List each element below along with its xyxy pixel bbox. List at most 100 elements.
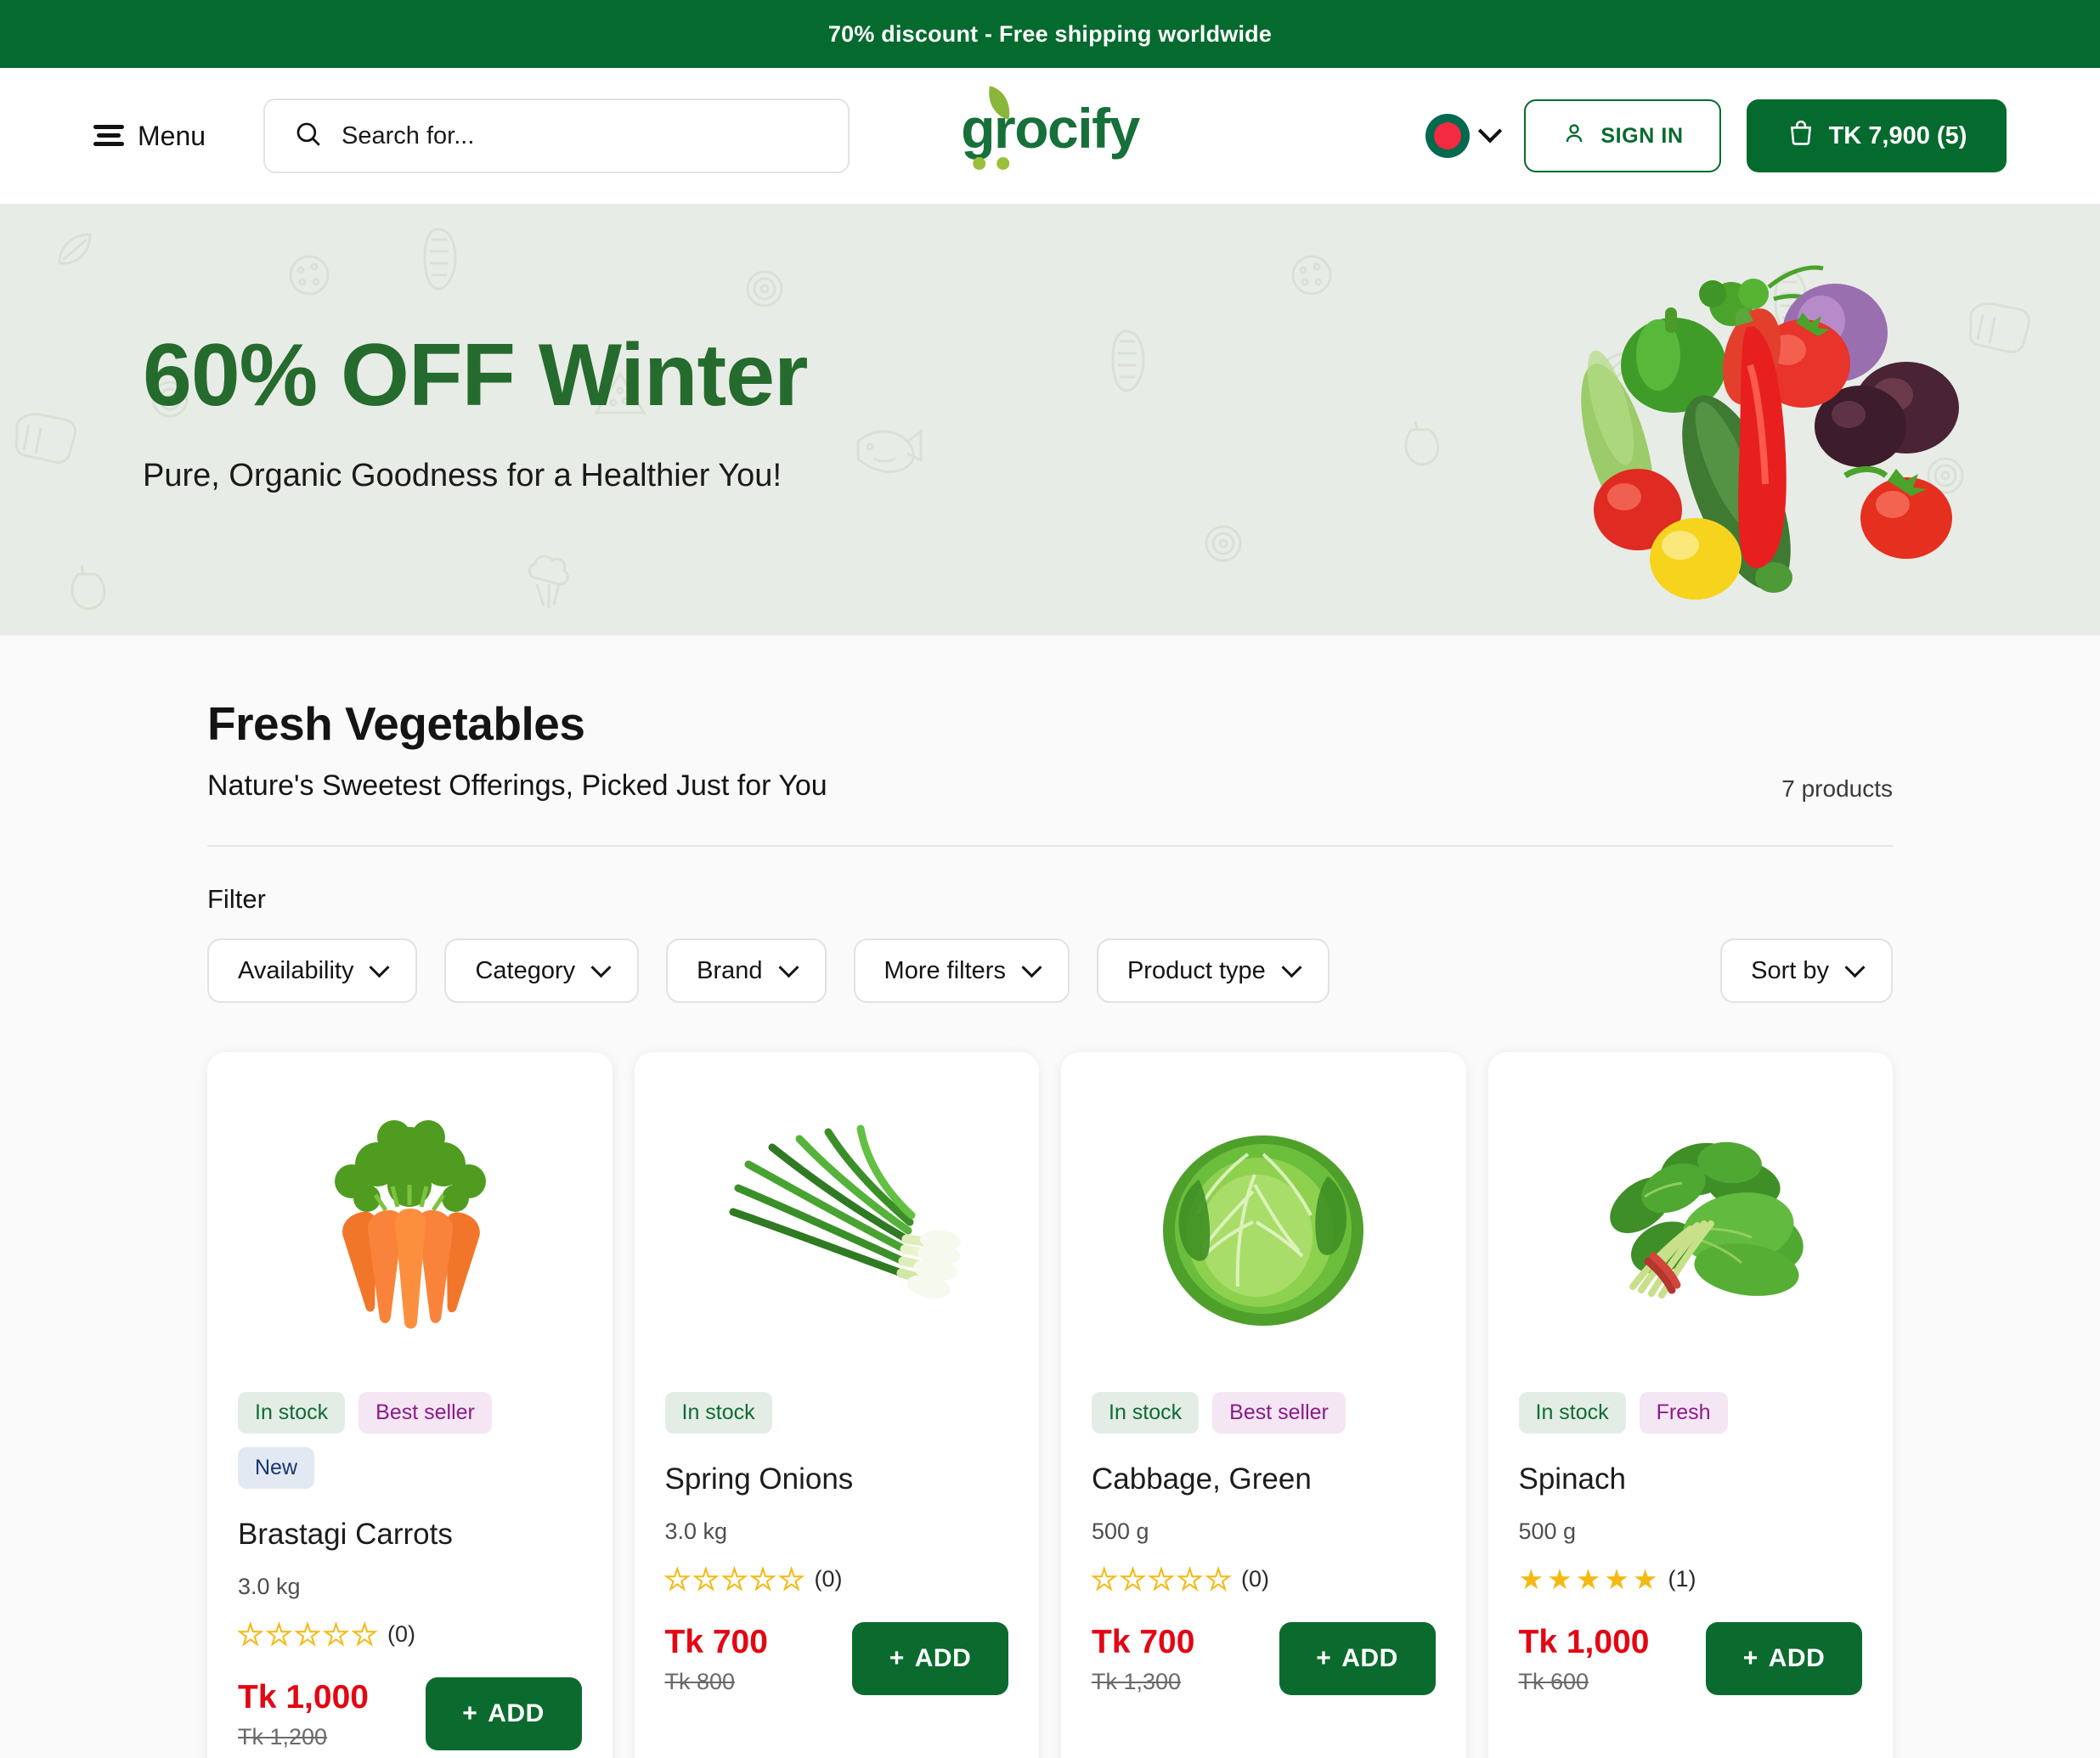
add-label: ADD: [1768, 1644, 1826, 1672]
add-to-cart-button[interactable]: + ADD: [1279, 1622, 1436, 1695]
badge-list: In stock Fresh: [1518, 1392, 1863, 1434]
add-to-cart-button[interactable]: + ADD: [852, 1622, 1008, 1695]
product-grid: In stock Best seller New Brastagi Carrot…: [207, 1052, 1893, 1758]
star-icon: ★: [1632, 1564, 1658, 1595]
status-badge: In stock: [664, 1392, 772, 1434]
chevron-down-icon: [1021, 956, 1042, 978]
plus-icon: +: [1742, 1644, 1758, 1672]
star-icon: ★: [1091, 1564, 1118, 1595]
price-row: Tk 700 Tk 1,300 + ADD: [1092, 1622, 1436, 1695]
add-to-cart-button[interactable]: + ADD: [425, 1677, 582, 1750]
product-card[interactable]: In stock Best seller Cabbage, Green 500 …: [1061, 1052, 1466, 1758]
product-weight: 3.0 kg: [664, 1519, 728, 1544]
review-count: (0): [387, 1621, 415, 1647]
chevron-down-icon: [1844, 956, 1866, 978]
sign-in-button[interactable]: SIGN IN: [1524, 99, 1721, 172]
menu-label: Menu: [138, 120, 206, 151]
star-icon: ★: [1148, 1564, 1175, 1595]
star-icon: ★: [664, 1564, 692, 1595]
star-icon: ★: [323, 1619, 350, 1650]
product-card[interactable]: In stock Fresh Spinach 500 g ★ ★ ★ ★ ★ (…: [1488, 1052, 1893, 1758]
assorted-vegetables-image: [1581, 265, 1959, 600]
product-compare-price: Tk 1,300: [1092, 1669, 1182, 1694]
product-card[interactable]: In stock Spring Onions 3.0 kg ★ ★ ★ ★ ★ …: [634, 1052, 1040, 1758]
add-to-cart-button[interactable]: + ADD: [1706, 1622, 1862, 1695]
carrots-image: [207, 1052, 612, 1392]
product-info: In stock Best seller Cabbage, Green 500 …: [1061, 1392, 1466, 1733]
product-name: Spring Onions: [664, 1462, 854, 1496]
product-name: Spinach: [1518, 1462, 1626, 1496]
product-info: In stock Best seller New Brastagi Carrot…: [207, 1392, 612, 1758]
spinach-image: [1488, 1052, 1893, 1392]
badge-list: In stock Best seller: [1092, 1392, 1436, 1434]
locale-selector[interactable]: [1425, 114, 1503, 158]
search-input[interactable]: [342, 121, 820, 150]
filter-availability[interactable]: Availability: [207, 938, 418, 1003]
filter-label: Filter: [207, 884, 266, 914]
star-icon: ★: [1575, 1564, 1601, 1595]
star-icon: ★: [1120, 1564, 1147, 1595]
status-badge: Best seller: [358, 1392, 492, 1434]
star-icon: ★: [1547, 1564, 1572, 1595]
status-badge: In stock: [1092, 1392, 1200, 1434]
product-info: In stock Spring Onions 3.0 kg ★ ★ ★ ★ ★ …: [635, 1392, 1040, 1733]
user-icon: [1561, 121, 1587, 152]
plus-icon: +: [462, 1699, 478, 1727]
star-icon: ★: [294, 1619, 321, 1650]
logo-text: grocify: [961, 97, 1140, 160]
review-count: (0): [1240, 1566, 1269, 1592]
hero-subtitle: Pure, Organic Goodness for a Healthier Y…: [143, 458, 782, 494]
menu-button[interactable]: Menu: [93, 121, 206, 152]
filter-more-filters-label: More filters: [883, 956, 1006, 984]
logo-dot-right: [996, 157, 1010, 170]
cart-label: TK 7,900 (5): [1828, 121, 1967, 149]
search-box[interactable]: [263, 99, 850, 173]
filter-more-filters[interactable]: More filters: [853, 938, 1070, 1003]
status-badge: In stock: [238, 1392, 346, 1434]
site-header: Menu grocify S: [0, 68, 2100, 204]
product-price: Tk 700: [1092, 1624, 1195, 1661]
product-compare-price: Tk 1,200: [238, 1724, 328, 1750]
plus-icon: +: [1316, 1644, 1332, 1672]
star-icon: ★: [692, 1564, 720, 1595]
rating: ★ ★ ★ ★ ★ (0): [664, 1564, 1009, 1595]
product-card[interactable]: In stock Best seller New Brastagi Carrot…: [207, 1052, 612, 1758]
product-name: Cabbage, Green: [1092, 1462, 1312, 1496]
section-divider: [207, 845, 1893, 847]
collection-meta: Nature's Sweetest Offerings, Picked Just…: [207, 769, 1893, 803]
collection-subtitle: Nature's Sweetest Offerings, Picked Just…: [207, 769, 827, 802]
badge-list: In stock: [664, 1392, 1009, 1434]
filter-brand-label: Brand: [697, 956, 763, 984]
filter-brand[interactable]: Brand: [666, 938, 827, 1003]
filter-product-type[interactable]: Product type: [1096, 938, 1329, 1003]
bangladesh-flag-icon: [1425, 114, 1470, 158]
add-label: ADD: [914, 1644, 972, 1672]
hero-text-block: 60% OFF Winter Pure, Organic Goodness fo…: [143, 329, 809, 494]
announcement-bar: 70% discount - Free shipping worldwide: [0, 0, 2100, 68]
star-icon: ★: [1205, 1564, 1232, 1595]
status-badge: In stock: [1518, 1392, 1626, 1434]
hamburger-icon: [93, 123, 124, 149]
sort-by-dropdown[interactable]: Sort by: [1720, 938, 1893, 1003]
product-price: Tk 700: [664, 1624, 768, 1661]
star-icon: ★: [778, 1564, 805, 1595]
add-label: ADD: [488, 1699, 545, 1727]
badge-list: In stock Best seller New: [238, 1392, 582, 1489]
announcement-text: 70% discount - Free shipping worldwide: [827, 20, 1273, 47]
product-price: Tk 1,000: [1518, 1624, 1650, 1661]
cabbage-image: [1061, 1052, 1466, 1392]
filter-category[interactable]: Category: [444, 938, 640, 1003]
cart-button[interactable]: TK 7,900 (5): [1747, 99, 2007, 172]
site-logo[interactable]: grocify: [961, 86, 1140, 172]
star-icon: ★: [1604, 1564, 1629, 1595]
star-icon: ★: [351, 1619, 378, 1650]
star-icon: ★: [749, 1564, 776, 1595]
filter-availability-label: Availability: [238, 956, 354, 984]
star-icon: ★: [1518, 1564, 1544, 1595]
page-title: Fresh Vegetables: [207, 697, 585, 750]
product-price: Tk 1,000: [238, 1679, 369, 1716]
add-label: ADD: [1341, 1644, 1398, 1672]
product-compare-price: Tk 600: [1518, 1669, 1589, 1694]
header-actions: SIGN IN TK 7,900 (5): [1425, 99, 2007, 172]
product-compare-price: Tk 800: [664, 1669, 736, 1694]
